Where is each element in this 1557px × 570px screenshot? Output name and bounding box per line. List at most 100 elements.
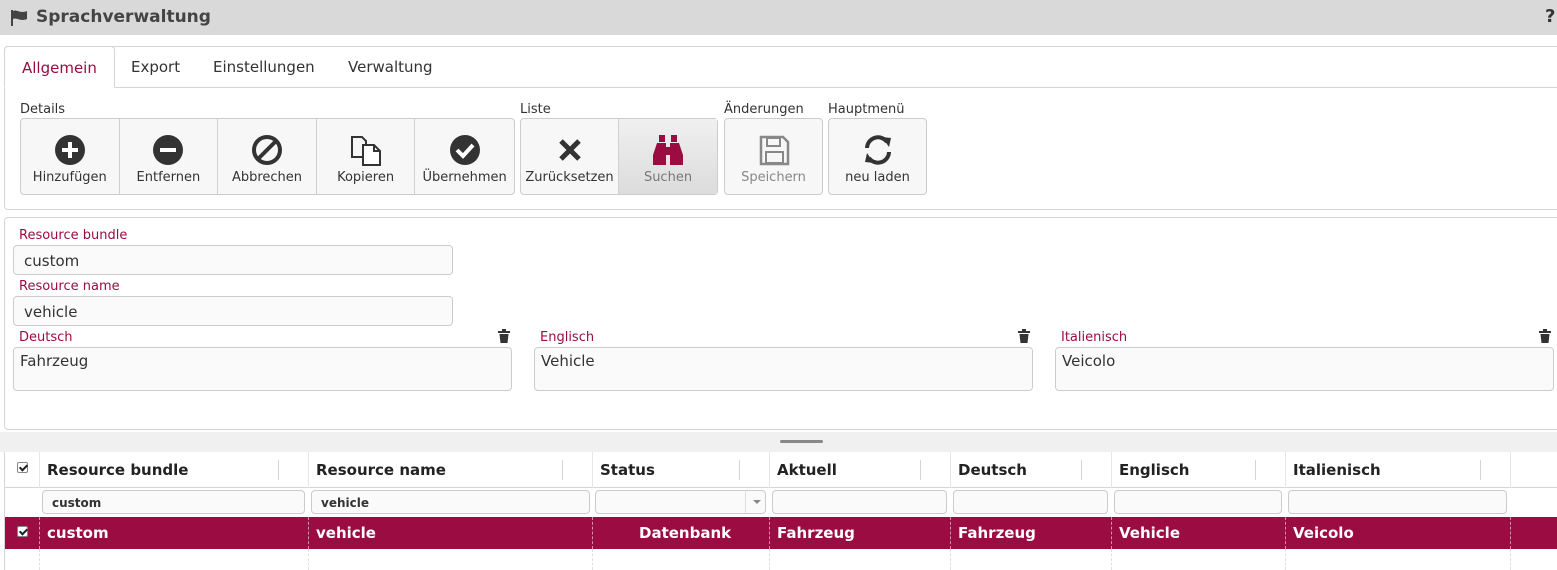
- suchen-button[interactable]: Suchen: [619, 119, 717, 194]
- filter-italienisch[interactable]: [1288, 490, 1507, 514]
- zuruecksetzen-label: Zurücksetzen: [525, 170, 614, 185]
- resource-bundle-input[interactable]: custom: [13, 245, 453, 275]
- cell-resource-bundle: custom: [47, 524, 109, 542]
- chevron-down-icon[interactable]: [745, 491, 765, 513]
- column-divider: [1510, 452, 1511, 488]
- cell-divider: [308, 549, 309, 570]
- group-label-aenderungen: Änderungen: [724, 102, 804, 117]
- column-resize-handle[interactable]: [278, 460, 279, 480]
- tab-export[interactable]: Export: [131, 46, 180, 88]
- filter-englisch[interactable]: [1114, 490, 1282, 514]
- liste-button-group: Zurücksetzen Suchen: [520, 118, 718, 195]
- trash-icon[interactable]: [1539, 329, 1551, 343]
- cell-status: Datenbank: [639, 524, 732, 542]
- aenderungen-button-group: Speichern: [724, 118, 823, 195]
- cell-divider: [769, 517, 770, 549]
- help-icon[interactable]: ?: [1545, 6, 1555, 27]
- grid-filter-row: custom vehicle: [5, 488, 1557, 517]
- speichern-button[interactable]: Speichern: [725, 119, 822, 194]
- ban-icon: [251, 135, 282, 165]
- cell-divider: [1111, 517, 1112, 549]
- tab-verwaltung[interactable]: Verwaltung: [348, 46, 433, 88]
- check-circle-icon: [449, 135, 480, 165]
- cell-divider: [950, 517, 951, 549]
- cell-divider: [950, 549, 951, 570]
- filter-deutsch[interactable]: [953, 490, 1108, 514]
- cell-italienisch: Veicolo: [1293, 524, 1354, 542]
- abbrechen-label: Abbrechen: [231, 170, 303, 185]
- cell-divider: [592, 549, 593, 570]
- hinzufuegen-label: Hinzufügen: [32, 170, 107, 185]
- speichern-label: Speichern: [741, 170, 806, 185]
- column-resize-handle[interactable]: [1081, 460, 1082, 480]
- kopieren-label: Kopieren: [337, 170, 395, 185]
- table-row[interactable]: custom vehicle Datenbank Fahrzeug Fahrze…: [5, 517, 1557, 549]
- filter-resource-bundle[interactable]: custom: [42, 490, 305, 514]
- column-resize-handle[interactable]: [562, 460, 563, 480]
- cell-divider: [1285, 549, 1286, 570]
- tab-divider: [115, 87, 1557, 88]
- cell-divider: [769, 549, 770, 570]
- filter-aktuell[interactable]: [772, 490, 947, 514]
- header-resource-bundle[interactable]: Resource bundle: [39, 452, 188, 488]
- uebernehmen-label: Übernehmen: [422, 170, 507, 185]
- empty-row: [5, 549, 1557, 570]
- details-button-group: Hinzufügen Entfernen Abbrechen Kopieren …: [20, 118, 515, 195]
- select-all-checkbox[interactable]: [17, 462, 28, 473]
- tab-allgemein[interactable]: Allgemein: [4, 46, 115, 88]
- cell-divider: [308, 517, 309, 549]
- cell-divider: [39, 517, 40, 549]
- header-aktuell[interactable]: Aktuell: [769, 452, 837, 488]
- entfernen-button[interactable]: Entfernen: [120, 119, 219, 194]
- x-icon: [558, 139, 581, 161]
- tab-einstellungen[interactable]: Einstellungen: [213, 46, 315, 88]
- column-resize-handle[interactable]: [920, 460, 921, 480]
- trash-icon[interactable]: [1018, 329, 1030, 343]
- copy-icon: [350, 136, 381, 166]
- resource-name-input[interactable]: vehicle: [13, 296, 453, 326]
- zuruecksetzen-button[interactable]: Zurücksetzen: [521, 119, 619, 194]
- cell-divider: [1510, 517, 1511, 549]
- suchen-label: Suchen: [643, 170, 693, 185]
- column-resize-handle[interactable]: [1480, 460, 1481, 480]
- abbrechen-button[interactable]: Abbrechen: [218, 119, 317, 194]
- panel-splitter[interactable]: [0, 432, 1557, 452]
- cell-englisch: Vehicle: [1119, 524, 1180, 542]
- column-resize-handle[interactable]: [1255, 460, 1256, 480]
- group-label-details: Details: [20, 102, 66, 117]
- refresh-icon: [864, 135, 891, 165]
- trash-icon[interactable]: [498, 329, 510, 343]
- cell-divider: [1285, 517, 1286, 549]
- grid-header-row: Resource bundle Resource name Status Akt…: [5, 452, 1557, 488]
- row-checkbox[interactable]: [17, 526, 28, 537]
- cell-aktuell: Fahrzeug: [777, 524, 855, 542]
- neu-laden-button[interactable]: neu laden: [829, 119, 926, 194]
- header-italienisch[interactable]: Italienisch: [1285, 452, 1381, 488]
- splitter-grip[interactable]: [780, 440, 823, 443]
- deutsch-textarea[interactable]: Fahrzeug: [13, 347, 512, 391]
- filter-resource-name[interactable]: vehicle: [311, 490, 590, 514]
- cell-deutsch: Fahrzeug: [958, 524, 1036, 542]
- hinzufuegen-button[interactable]: Hinzufügen: [21, 119, 120, 194]
- group-label-hauptmenu: Hauptmenü: [828, 102, 905, 117]
- resource-name-label: Resource name: [19, 279, 120, 294]
- header-englisch[interactable]: Englisch: [1111, 452, 1189, 488]
- italienisch-textarea[interactable]: Veicolo: [1055, 347, 1554, 391]
- column-resize-handle[interactable]: [739, 460, 740, 480]
- deutsch-label: Deutsch: [19, 330, 73, 345]
- minus-circle-icon: [153, 135, 184, 165]
- floppy-icon: [759, 135, 789, 166]
- neu-laden-label: neu laden: [845, 170, 910, 185]
- header-deutsch[interactable]: Deutsch: [950, 452, 1027, 488]
- header-status[interactable]: Status: [592, 452, 655, 488]
- filter-status-select[interactable]: [595, 490, 766, 514]
- englisch-label: Englisch: [540, 330, 595, 345]
- cell-resource-name: vehicle: [316, 524, 376, 542]
- cell-divider: [1111, 549, 1112, 570]
- uebernehmen-button[interactable]: Übernehmen: [415, 119, 514, 194]
- englisch-textarea[interactable]: Vehicle: [534, 347, 1033, 391]
- results-grid: Resource bundle Resource name Status Akt…: [4, 452, 1557, 570]
- header-resource-name[interactable]: Resource name: [308, 452, 446, 488]
- kopieren-button[interactable]: Kopieren: [317, 119, 416, 194]
- cell-divider: [592, 517, 593, 549]
